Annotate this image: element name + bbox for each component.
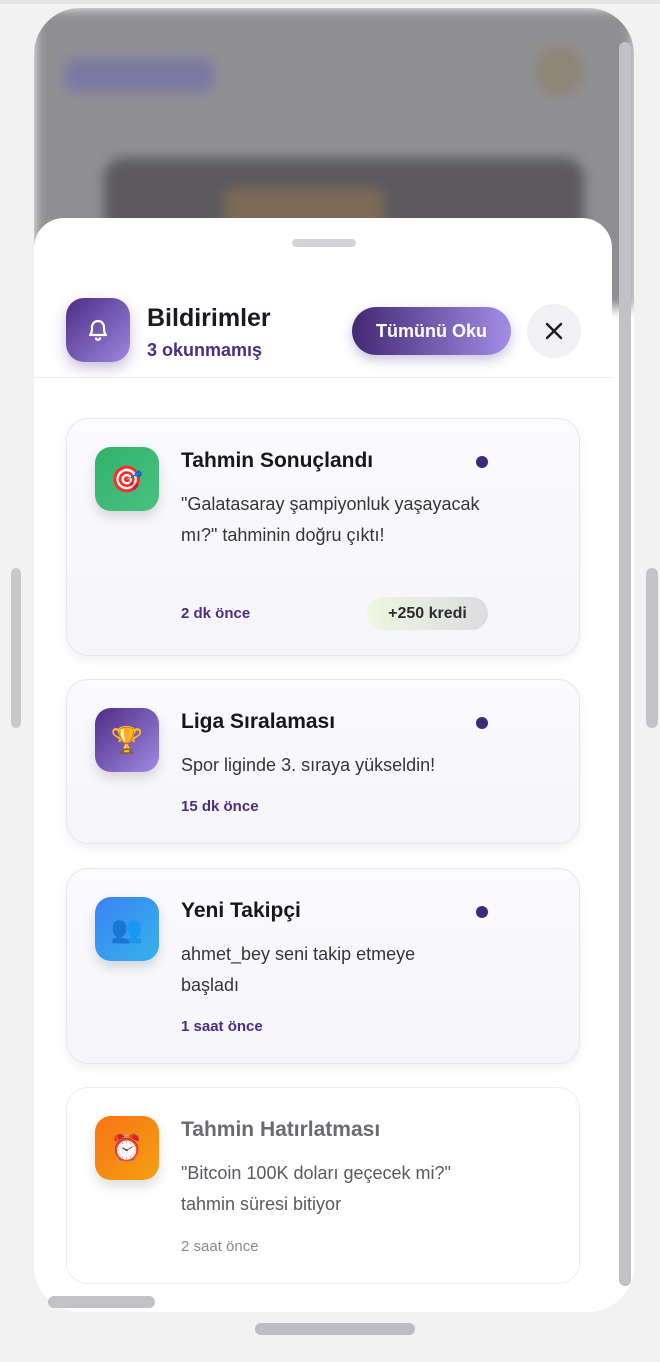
notification-title: Tahmin Hatırlatması: [181, 1118, 381, 1141]
unread-dot: [476, 906, 488, 918]
notification-message: Spor liginde 3. sıraya yükseldin!: [181, 755, 436, 775]
notification-time: 2 saat önce: [181, 1238, 259, 1255]
background-avatar: [534, 46, 584, 96]
vertical-scrollbar[interactable]: [619, 42, 631, 1286]
home-indicator[interactable]: [255, 1323, 415, 1335]
phone-frame: Bildirimler 3 okunmamış Tümünü Oku 🎯 Tah…: [34, 8, 634, 1312]
read-all-button[interactable]: Tümünü Oku: [352, 307, 511, 355]
notification-time: 2 dk önce: [181, 605, 251, 622]
notification-card[interactable]: 👥 Yeni Takipçi ahmet_bey seni takip etme…: [66, 868, 580, 1064]
alarm-clock-icon: ⏰: [95, 1116, 159, 1180]
close-icon: [545, 322, 563, 340]
notification-message: "Bitcoin 100K doları geçecek mi?" tahmin…: [181, 1163, 451, 1214]
notification-card[interactable]: 🏆 Liga Sıralaması Spor liginde 3. sıraya…: [66, 679, 580, 844]
bell-icon: [88, 319, 108, 341]
notification-card[interactable]: 🎯 Tahmin Sonuçlandı "Galatasaray şampiyo…: [66, 418, 580, 656]
notification-time: 15 dk önce: [181, 798, 259, 815]
unread-count: 3 okunmamış: [147, 340, 263, 360]
notification-card[interactable]: ⏰ Tahmin Hatırlatması "Bitcoin 100K dola…: [66, 1087, 580, 1284]
side-scrollbar-right[interactable]: [646, 568, 658, 728]
notification-message: "Galatasaray şampiyonluk yaşayacak mı?" …: [181, 494, 480, 545]
trophy-icon: 🏆: [95, 708, 159, 772]
close-button[interactable]: [527, 304, 581, 358]
notification-title: Yeni Takipçi: [181, 899, 301, 922]
unread-dot: [476, 717, 488, 729]
notification-title: Liga Sıralaması: [181, 710, 336, 733]
horizontal-scrollbar[interactable]: [48, 1296, 155, 1308]
bell-icon-badge: [66, 298, 130, 362]
target-icon: 🎯: [95, 447, 159, 511]
notifications-sheet: Bildirimler 3 okunmamış Tümünü Oku 🎯 Tah…: [34, 218, 612, 1298]
page-title: Bildirimler: [147, 304, 271, 332]
sheet-header: Bildirimler 3 okunmamış Tümünü Oku: [34, 290, 612, 378]
notification-title: Tahmin Sonuçlandı: [181, 449, 374, 472]
sheet-drag-handle[interactable]: [292, 239, 356, 247]
window-top-edge: [0, 0, 660, 4]
users-icon: 👥: [95, 897, 159, 961]
reward-badge: +250 kredi: [367, 597, 488, 630]
unread-dot: [476, 456, 488, 468]
background-app-title: [64, 58, 214, 92]
notification-message: ahmet_bey seni takip etmeye başladı: [181, 944, 416, 995]
notification-time: 1 saat önce: [181, 1018, 263, 1035]
side-button-left: [11, 568, 21, 728]
